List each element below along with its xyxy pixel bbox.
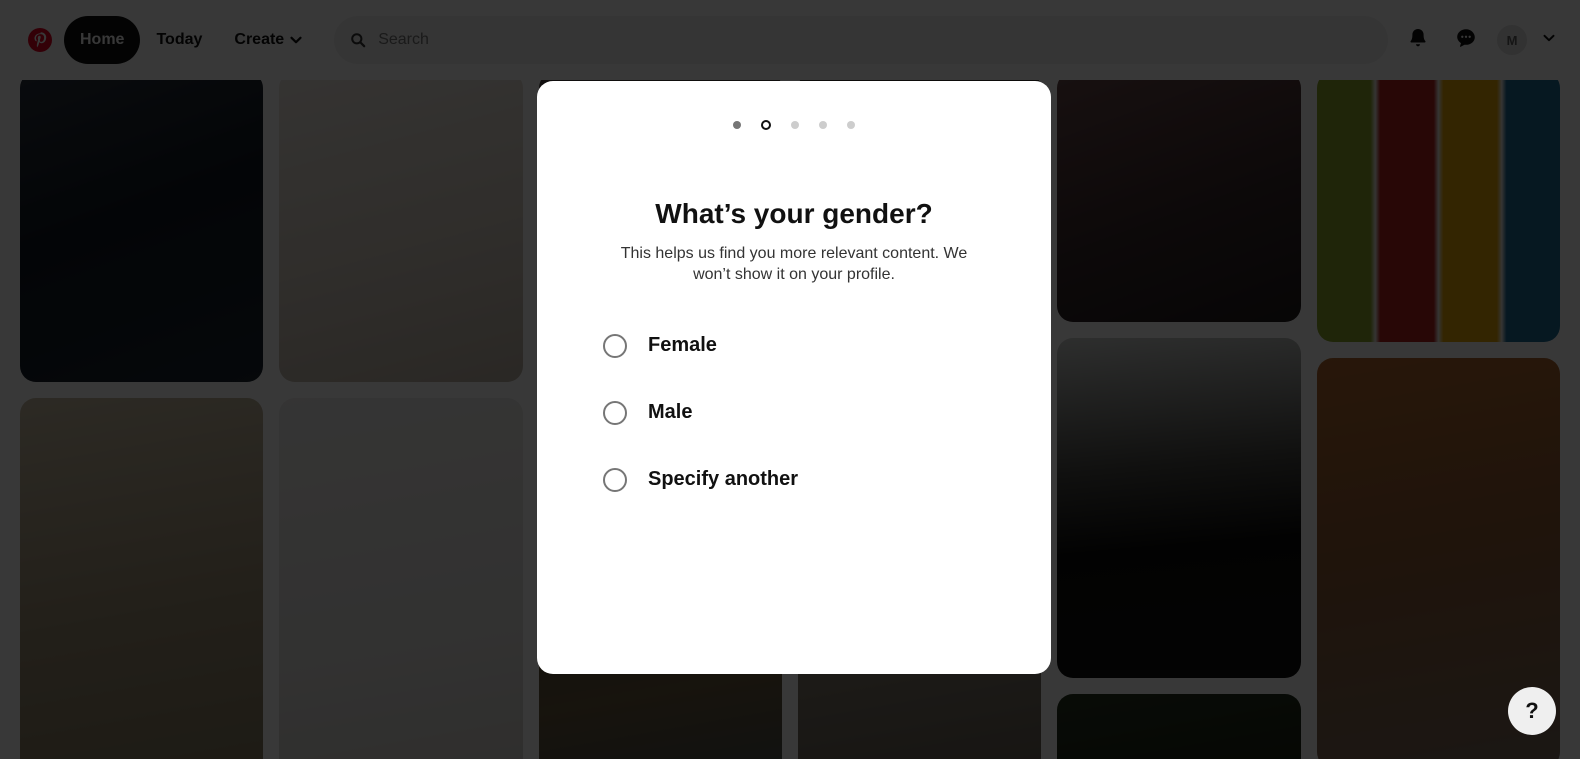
gender-onboarding-modal: What’s your gender? This helps us find y… [537, 81, 1051, 674]
step-indicator [733, 119, 855, 131]
step-dot-2[interactable] [761, 120, 771, 130]
step-dot-3[interactable] [791, 121, 799, 129]
radio-icon[interactable] [603, 467, 627, 492]
step-dot-4[interactable] [819, 121, 827, 129]
radio-icon[interactable] [603, 400, 627, 425]
gender-option-specify-another[interactable]: Specify another [603, 460, 1011, 500]
gender-option-male[interactable]: Male [603, 393, 1011, 433]
question-mark-icon: ? [1525, 698, 1539, 723]
gender-option-female[interactable]: Female [603, 326, 1011, 366]
gender-option-label: Specify another [648, 468, 799, 491]
pinterest-app: Home Today Create [0, 0, 1580, 759]
gender-option-label: Male [648, 401, 693, 424]
radio-icon[interactable] [603, 333, 627, 358]
modal-subtitle: This helps us find you more relevant con… [620, 244, 968, 284]
step-dot-1[interactable] [733, 121, 741, 129]
gender-options-list: Female Male Specify another [577, 326, 1011, 527]
modal-title: What’s your gender? [655, 198, 933, 229]
help-button[interactable]: ? [1508, 687, 1556, 735]
gender-option-label: Female [648, 334, 717, 357]
step-dot-5[interactable] [847, 121, 855, 129]
